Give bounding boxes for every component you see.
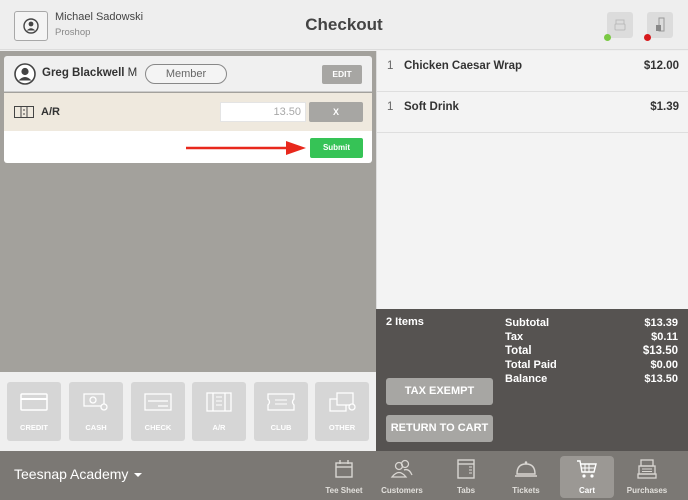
calendar-icon — [335, 460, 353, 478]
drawer-status-dot — [644, 34, 651, 41]
summary-values: $13.39 $0.11 $13.50 $0.00 $13.50 — [643, 316, 678, 386]
tender-check-button[interactable]: CHECK — [131, 382, 185, 441]
item-price: $1.39 — [650, 101, 679, 113]
items-count: 2 Items — [386, 316, 424, 328]
printer-button[interactable] — [607, 12, 633, 38]
payment-amount-input[interactable] — [220, 102, 306, 122]
chevron-down-icon — [134, 473, 143, 478]
venue-selector[interactable]: Teesnap Academy — [14, 466, 143, 482]
cash-drawer-icon — [656, 17, 665, 32]
tender-ar-button[interactable]: A/R — [192, 382, 246, 441]
cart-list: 1 Chicken Caesar Wrap $12.00 1 Soft Drin… — [376, 51, 688, 309]
nav-customers[interactable]: Customers — [375, 456, 429, 498]
tender-label: CREDIT — [20, 423, 48, 432]
submit-row: Submit — [4, 131, 372, 163]
item-qty: 1 — [387, 60, 394, 72]
tender-label: CLUB — [270, 423, 292, 432]
nav-label: Purchases — [626, 486, 668, 495]
subtotal-label: Subtotal — [505, 317, 549, 329]
remove-payment-button[interactable]: X — [309, 102, 363, 122]
customer-avatar-icon — [14, 63, 36, 85]
nav-label: Tabs — [456, 486, 476, 495]
total-paid-label: Total Paid — [505, 359, 557, 371]
nav-purchases[interactable]: Purchases — [620, 456, 674, 498]
tender-label: A/R — [212, 423, 226, 432]
nav-tee-sheet[interactable]: Tee Sheet — [317, 456, 371, 498]
nav-label: Customers — [381, 486, 423, 495]
ar-ledger-icon — [206, 392, 232, 412]
customer-name-text: Greg Blackwell — [42, 67, 125, 79]
nav-label: Tickets — [512, 486, 540, 495]
nav-label: Tee Sheet — [325, 486, 363, 495]
venue-name: Teesnap Academy — [14, 466, 129, 482]
tender-other-button[interactable]: OTHER — [315, 382, 369, 441]
total-value: $13.50 — [642, 345, 678, 357]
cart-item[interactable]: 1 Soft Drink $1.39 — [377, 92, 688, 133]
summary-labels: Subtotal Tax Total Total Paid Balance — [505, 316, 557, 386]
tender-credit-button[interactable]: CREDIT — [7, 382, 61, 441]
cash-drawer-button[interactable] — [647, 12, 673, 38]
tender-cash-button[interactable]: CASH — [69, 382, 123, 441]
nav-tabs[interactable]: Tabs — [439, 456, 493, 498]
subtotal-value: $13.39 — [644, 317, 678, 329]
tax-exempt-button[interactable]: TAX EXEMPT — [386, 378, 493, 405]
total-paid-value: $0.00 — [650, 359, 678, 371]
tender-label: CHECK — [144, 423, 172, 432]
tender-club-button[interactable]: CLUB — [254, 382, 308, 441]
member-badge: Member — [145, 64, 227, 84]
bottom-nav: Teesnap Academy Tee Sheet Customers Tabs — [0, 451, 688, 500]
customer-suffix: M — [127, 67, 138, 79]
item-name: Soft Drink — [404, 101, 459, 113]
item-name: Chicken Caesar Wrap — [404, 60, 523, 72]
check-icon — [144, 393, 172, 411]
tabs-icon — [457, 459, 475, 479]
nav-label: Cart — [578, 486, 595, 495]
submit-payment-button[interactable]: Submit — [310, 138, 363, 158]
tax-label: Tax — [505, 331, 524, 343]
total-label: Total — [505, 345, 532, 357]
users-icon — [390, 459, 413, 478]
annotation-arrow — [186, 141, 306, 155]
customer-row: Greg Blackwell M Member EDIT — [4, 56, 372, 92]
payment-method-label: A/R — [41, 106, 60, 118]
header: Michael Sadowski Proshop Checkout — [0, 0, 688, 50]
credit-card-icon — [20, 393, 48, 411]
nav-tickets[interactable]: Tickets — [499, 456, 553, 498]
printer-status-dot — [604, 34, 611, 41]
ar-ledger-icon — [14, 106, 34, 118]
nav-cart[interactable]: Cart — [560, 456, 614, 498]
cart-icon — [577, 460, 597, 478]
customer-name: Greg Blackwell M — [42, 67, 137, 79]
tender-label: CASH — [85, 423, 107, 432]
tax-value: $0.11 — [651, 331, 678, 343]
order-summary: 2 Items Subtotal Tax Total Total Paid Ba… — [376, 309, 688, 451]
tender-bar: CREDIT CASH CHECK A/R CLUB OTHER — [0, 372, 376, 451]
page-title: Checkout — [305, 15, 383, 34]
register-icon — [637, 459, 657, 479]
cloche-icon — [515, 461, 537, 477]
club-ticket-icon — [267, 393, 295, 411]
cart-item[interactable]: 1 Chicken Caesar Wrap $12.00 — [377, 51, 688, 92]
edit-customer-button[interactable]: EDIT — [322, 65, 362, 84]
printer-icon — [614, 19, 626, 31]
payment-row: A/R X — [4, 93, 372, 131]
item-qty: 1 — [387, 101, 394, 113]
other-cards-icon — [329, 392, 356, 412]
return-to-cart-button[interactable]: RETURN TO CART — [386, 415, 493, 442]
cash-icon — [83, 393, 108, 411]
item-price: $12.00 — [643, 60, 679, 72]
balance-value: $13.50 — [644, 373, 678, 385]
balance-label: Balance — [505, 373, 548, 385]
tender-label: OTHER — [328, 423, 356, 432]
